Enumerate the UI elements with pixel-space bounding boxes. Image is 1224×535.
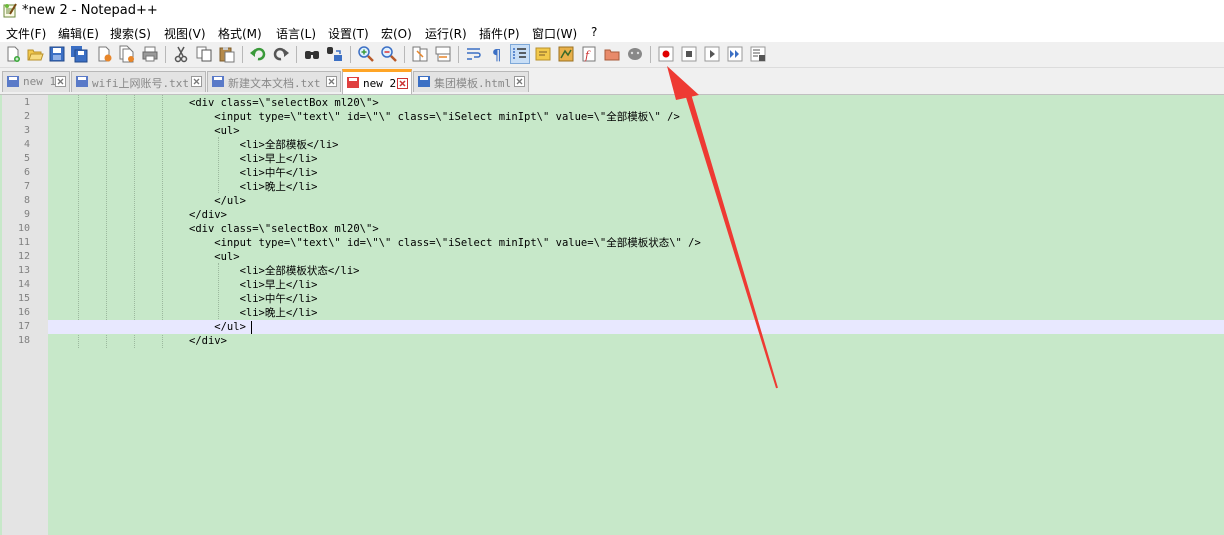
annotation-arrow (667, 66, 778, 389)
